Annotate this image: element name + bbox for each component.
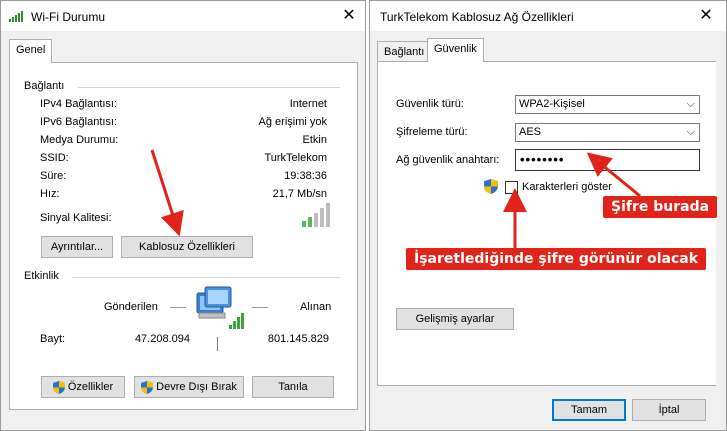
received-dash	[252, 307, 268, 308]
tab-connection-label: Bağlantı	[384, 46, 425, 58]
wifi-signal-icon	[9, 10, 25, 25]
speed-label: Hız:	[40, 188, 60, 200]
advanced-settings-button[interactable]: Gelişmiş ayarlar	[396, 308, 514, 330]
received-label: Alınan	[300, 301, 332, 313]
activity-group-label: Etkinlik	[24, 270, 59, 282]
security-panel: Güvenlik türü: WPA2-Kişisel ⌵ Şifreleme …	[377, 61, 720, 386]
signal-bars-icon	[302, 203, 332, 230]
signal-quality-label: Sinyal Kalitesi:	[40, 212, 112, 224]
disable-button-label: Devre Dışı Bırak	[156, 381, 237, 393]
chevron-down-icon: ⌵	[686, 126, 695, 138]
sent-dash	[170, 307, 186, 308]
encryption-type-value: AES	[519, 126, 542, 138]
security-type-value: WPA2-Kişisel	[519, 98, 585, 110]
ipv6-value: Ağ erişimi yok	[258, 116, 327, 128]
close-icon[interactable]: ✕	[339, 6, 359, 26]
properties-button-label: Özellikler	[67, 381, 114, 393]
media-state-value: Etkin	[302, 134, 327, 146]
show-characters-label: Karakterleri göster	[522, 181, 612, 193]
password-here-callout: Şifre burada	[603, 196, 718, 218]
general-panel: Bağlantı IPv4 Bağlantısı: Internet IPv6 …	[9, 62, 358, 410]
bytes-label: Bayt:	[40, 333, 66, 345]
sent-bytes-value: 47.208.094	[134, 333, 190, 345]
checkbox-hint-callout: İşaretlediğinde şifre görünür olacak	[406, 248, 707, 270]
ipv4-value: Internet	[289, 98, 327, 110]
network-computer-icon	[191, 285, 247, 334]
cancel-button[interactable]: İptal	[632, 399, 706, 421]
ssid-label: SSID:	[40, 152, 69, 164]
sent-label: Gönderilen	[104, 301, 158, 313]
window-title: Wi-Fi Durumu	[31, 10, 105, 24]
chevron-down-icon: ⌵	[686, 98, 695, 110]
disable-button[interactable]: Devre Dışı Bırak	[134, 376, 244, 398]
bytes-separator	[217, 337, 218, 351]
encryption-type-select[interactable]: AES ⌵	[515, 123, 700, 142]
scrollbar[interactable]	[716, 31, 726, 430]
tab-general[interactable]: Genel	[9, 39, 53, 63]
divider	[78, 87, 340, 88]
security-type-label: Güvenlik türü:	[396, 98, 464, 110]
tab-security[interactable]: Güvenlik	[427, 38, 484, 62]
ipv4-label: IPv4 Bağlantısı:	[40, 98, 118, 110]
ok-button[interactable]: Tamam	[552, 399, 626, 421]
show-characters-checkbox[interactable]	[505, 181, 518, 194]
media-state-label: Medya Durumu:	[40, 134, 119, 146]
diagnose-button[interactable]: Tanıla	[252, 376, 334, 398]
shield-icon	[52, 380, 65, 394]
shield-icon	[484, 179, 498, 194]
connection-group-label: Bağlantı	[24, 80, 65, 92]
ipv6-label: IPv6 Bağlantısı:	[40, 116, 118, 128]
tab-connection[interactable]: Bağlantı	[377, 41, 432, 63]
details-button[interactable]: Ayrıntılar...	[41, 236, 113, 258]
wifi-status-window: Wi-Fi Durumu ✕ Genel Bağlantı IPv4 Bağla…	[0, 0, 366, 431]
speed-value: 21,7 Mb/sn	[272, 188, 327, 200]
title-bar: TurkTelekom Kablosuz Ağ Özellikleri ✕	[370, 1, 726, 31]
tab-general-label: Genel	[16, 44, 46, 56]
received-bytes-value: 801.145.829	[267, 333, 329, 345]
properties-button[interactable]: Özellikler	[41, 376, 125, 398]
wireless-properties-button[interactable]: Kablosuz Özellikleri	[121, 236, 253, 258]
window-title: TurkTelekom Kablosuz Ağ Özellikleri	[380, 10, 574, 24]
divider	[72, 277, 340, 278]
duration-label: Süre:	[40, 170, 67, 182]
close-icon[interactable]: ✕	[696, 6, 716, 26]
network-key-input[interactable]: ••••••••	[515, 149, 700, 171]
encryption-type-label: Şifreleme türü:	[396, 126, 468, 138]
tab-security-label: Güvenlik	[434, 43, 477, 55]
title-bar: Wi-Fi Durumu ✕	[1, 1, 365, 31]
ssid-value: TurkTelekom	[264, 152, 327, 164]
duration-value: 19:38:36	[284, 170, 327, 182]
security-type-select[interactable]: WPA2-Kişisel ⌵	[515, 95, 700, 114]
shield-icon	[141, 380, 154, 394]
network-key-label: Ağ güvenlik anahtarı:	[396, 154, 500, 166]
